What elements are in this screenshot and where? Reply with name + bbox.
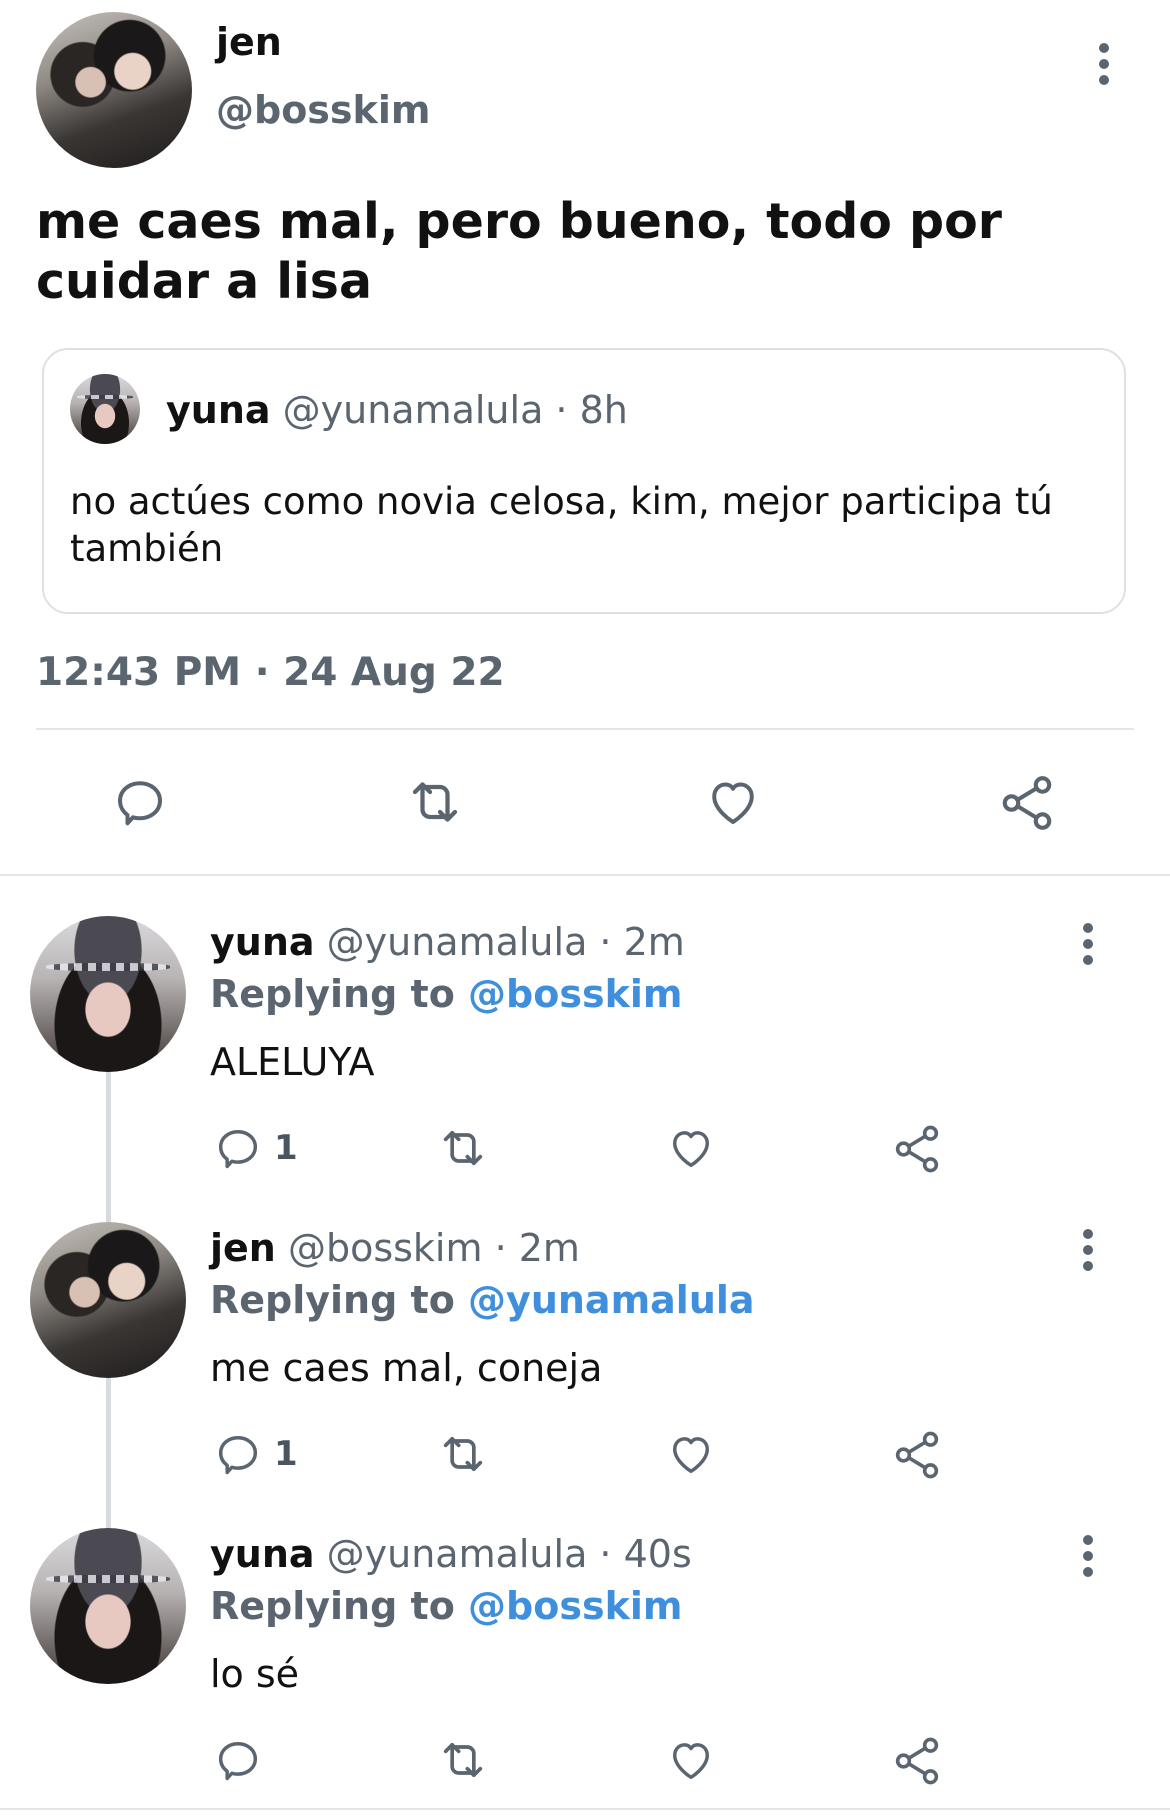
thread-line: [106, 1072, 111, 1222]
retweet-button[interactable]: [402, 772, 468, 832]
more-options-icon[interactable]: [1092, 40, 1116, 92]
retweet-icon: [443, 1436, 483, 1472]
share-button[interactable]: [996, 772, 1058, 834]
divider: [0, 1808, 1170, 1810]
reply-avatar[interactable]: [30, 916, 186, 1072]
reply-text: me caes mal, coneja: [210, 1346, 603, 1390]
like-button[interactable]: [664, 1734, 718, 1786]
author-handle[interactable]: @bosskim: [216, 88, 430, 132]
reply-text: lo sé: [210, 1652, 300, 1696]
quoted-tweet-text: no actúes como novia celosa, kim, mejor …: [70, 480, 1053, 570]
reply-button[interactable]: 1: [212, 1122, 298, 1174]
share-icon: [895, 1431, 939, 1479]
divider: [36, 728, 1134, 730]
replying-to: Replying to @bosskim: [210, 972, 682, 1016]
like-icon: [673, 1437, 709, 1474]
reply-author-meta[interactable]: @bosskim · 2m: [288, 1226, 580, 1270]
like-button[interactable]: [664, 1122, 718, 1174]
retweet-button[interactable]: [434, 1734, 492, 1786]
reply-icon: [118, 781, 162, 826]
replying-to: Replying to @yunamalula: [210, 1278, 755, 1322]
more-options-icon[interactable]: [1076, 1226, 1100, 1278]
replying-to-mention[interactable]: @yunamalula: [468, 1278, 755, 1322]
author-avatar[interactable]: [36, 12, 192, 168]
replying-to-mention[interactable]: @bosskim: [468, 1584, 682, 1628]
share-icon: [1002, 776, 1052, 830]
reply-text: ALELUYA: [210, 1040, 375, 1084]
reply-count: 1: [274, 1128, 298, 1168]
reply-button[interactable]: [212, 1734, 274, 1786]
quoted-tweet-header: yuna @yunamalula · 8h: [166, 388, 628, 432]
tweet-text: me caes mal, pero bueno, todo por cuidar…: [36, 193, 1002, 310]
reply-icon: [218, 1742, 258, 1781]
reply-count: 1: [274, 1434, 298, 1474]
reply-header: yuna @yunamalula · 2m: [210, 920, 685, 964]
share-icon: [895, 1125, 939, 1173]
retweet-button[interactable]: [434, 1428, 492, 1480]
share-button[interactable]: [890, 1122, 944, 1176]
replying-to: Replying to @bosskim: [210, 1584, 682, 1628]
like-button[interactable]: [664, 1428, 718, 1480]
reply-avatar[interactable]: [30, 1222, 186, 1378]
retweet-icon: [443, 1130, 483, 1166]
tweet-timestamp[interactable]: 12:43 PM · 24 Aug 22: [36, 650, 505, 695]
reply-author-name[interactable]: yuna: [210, 1532, 315, 1576]
reply-avatar[interactable]: [30, 1528, 186, 1684]
reply-author-meta[interactable]: @yunamalula · 40s: [327, 1532, 692, 1576]
replying-to-label: Replying to: [210, 1584, 455, 1628]
thread-line: [106, 1378, 111, 1528]
author-display-name[interactable]: jen: [216, 20, 282, 64]
reply-icon: [218, 1436, 258, 1475]
quoted-author-name: yuna: [166, 388, 271, 432]
reply-author-name[interactable]: yuna: [210, 920, 315, 964]
reply-header: jen @bosskim · 2m: [210, 1226, 580, 1270]
share-button[interactable]: [890, 1428, 944, 1482]
reply-author-name[interactable]: jen: [210, 1226, 276, 1270]
reply-author-meta[interactable]: @yunamalula · 2m: [327, 920, 685, 964]
like-button[interactable]: [702, 772, 764, 832]
reply-button[interactable]: [110, 772, 170, 832]
more-options-icon[interactable]: [1076, 920, 1100, 972]
like-icon: [712, 782, 754, 824]
retweet-icon: [412, 782, 458, 822]
reply-button[interactable]: 1: [212, 1428, 298, 1480]
replying-to-label: Replying to: [210, 1278, 455, 1322]
quoted-author-avatar: [70, 374, 140, 444]
reply-header: yuna @yunamalula · 40s: [210, 1532, 692, 1576]
reply-icon: [218, 1130, 258, 1169]
replying-to-label: Replying to: [210, 972, 455, 1016]
divider: [0, 874, 1170, 876]
retweet-button[interactable]: [434, 1122, 492, 1174]
like-icon: [673, 1131, 709, 1168]
share-button[interactable]: [890, 1734, 944, 1788]
replying-to-mention[interactable]: @bosskim: [468, 972, 682, 1016]
retweet-icon: [443, 1742, 483, 1778]
more-options-icon[interactable]: [1076, 1532, 1100, 1584]
share-icon: [895, 1737, 939, 1785]
like-icon: [673, 1743, 709, 1780]
quoted-author-meta: @yunamalula · 8h: [282, 388, 628, 432]
